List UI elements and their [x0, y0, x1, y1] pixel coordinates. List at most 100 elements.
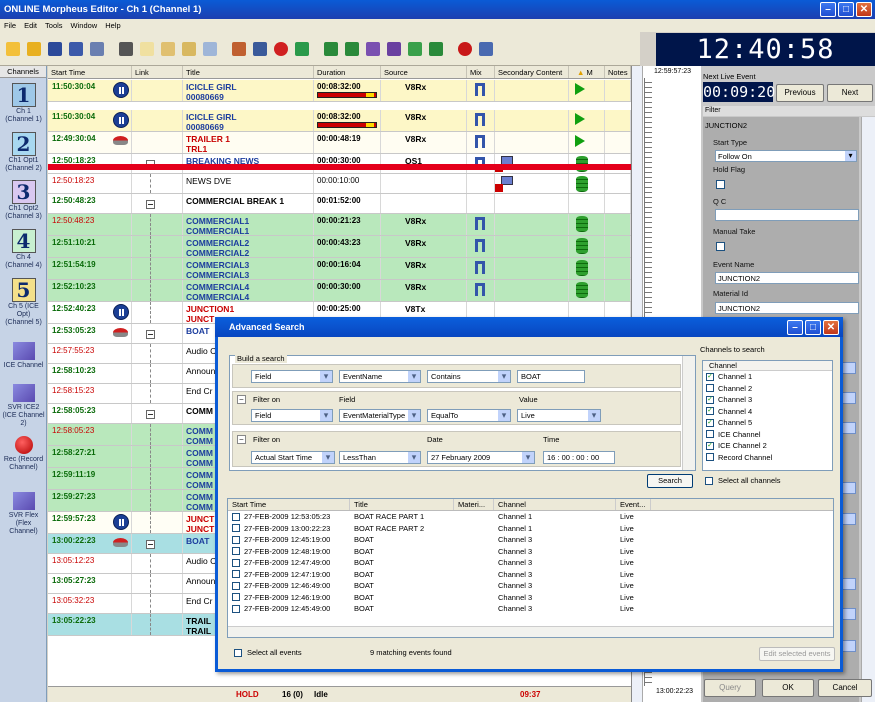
collapse-group-icon[interactable]	[146, 540, 155, 549]
row3-field-select[interactable]: Actual Start Time	[251, 451, 335, 464]
result-row[interactable]: 27-FEB-2009 12:46:19:00 BOAT Channel 3 Live	[228, 592, 833, 604]
chevron-down-icon[interactable]	[842, 422, 856, 434]
result-checkbox[interactable]	[232, 524, 240, 533]
edit-selected-events-button[interactable]: Edit selected events	[759, 647, 835, 661]
material-id-field[interactable]: JUNCTION2	[715, 302, 859, 314]
results-scrollbar[interactable]	[228, 626, 833, 637]
menu-edit[interactable]: Edit	[24, 19, 37, 32]
manual-take-checkbox[interactable]	[716, 242, 725, 251]
chevron-down-icon[interactable]	[842, 578, 856, 590]
select-all-channels[interactable]: Select all channels	[705, 476, 781, 485]
channel-list-item[interactable]: Record Channel	[703, 452, 832, 464]
channel-4-item[interactable]: 4 Ch 4 (Channel 4)	[2, 229, 45, 270]
result-checkbox[interactable]	[232, 581, 240, 590]
table-row[interactable]: 12:50:18:23 NEWS DVE 00:00:10:00	[48, 174, 631, 194]
row1-field-select[interactable]: Field	[251, 370, 333, 383]
result-row[interactable]: 27-FEB-2009 12:45:19:00 BOAT Channel 3 Live	[228, 534, 833, 546]
result-row[interactable]: 27-FEB-2009 12:47:49:00 BOAT Channel 3 Live	[228, 557, 833, 569]
move-down-icon[interactable]	[342, 39, 361, 58]
chevron-down-icon[interactable]	[842, 640, 856, 652]
table-row[interactable]: 11:50:30:04 ICICLE GIRL 00080669 00:08:32:0…	[48, 80, 631, 102]
channel-list-item[interactable]: Channel 2	[703, 383, 832, 395]
channel-3-item[interactable]: 3 Ch1 Opt2 (Channel 3)	[2, 180, 45, 221]
menu-tools[interactable]: Tools	[45, 19, 63, 32]
dialog-maximize-button[interactable]: □	[805, 320, 821, 335]
group-icon[interactable]	[363, 39, 382, 58]
previous-button[interactable]: Previous	[776, 84, 824, 102]
results-col-channel[interactable]: Channel	[494, 499, 616, 510]
move-up-icon[interactable]	[321, 39, 340, 58]
col-secondary[interactable]: Secondary Content	[495, 66, 569, 78]
select-all-events-checkbox[interactable]	[234, 648, 242, 657]
minimize-button[interactable]: –	[820, 2, 836, 17]
channel-1-item[interactable]: 1 Ch 1 (Channel 1)	[2, 83, 45, 124]
select-all-channels-checkbox[interactable]	[705, 476, 713, 485]
col-mix[interactable]: Mix	[467, 66, 495, 78]
chevron-down-icon[interactable]	[842, 362, 856, 374]
pause-icon[interactable]	[113, 82, 129, 98]
cancel-button[interactable]: Cancel	[818, 679, 872, 697]
menu-window[interactable]: Window	[71, 19, 98, 32]
list-icon[interactable]	[426, 39, 445, 58]
col-title[interactable]: Title	[183, 66, 314, 78]
result-row[interactable]: 27-FEB-2009 12:53:05:23 BOAT RACE PART 1 C…	[228, 511, 833, 523]
print-preview-icon[interactable]	[87, 39, 106, 58]
channel-checkbox[interactable]	[706, 441, 714, 450]
close-button[interactable]: ✕	[856, 2, 872, 17]
row1-operator-select[interactable]: Contains	[427, 370, 511, 383]
event-name-field[interactable]: JUNCTION2	[715, 272, 859, 284]
paste-icon[interactable]	[158, 39, 177, 58]
col-m[interactable]: ▲ M	[569, 66, 605, 78]
table-row[interactable]: 11:50:30:04 ICICLE GIRL 00080669 00:08:32:0…	[48, 110, 631, 132]
ungroup-icon[interactable]	[384, 39, 403, 58]
channel-list-item[interactable]: ICE Channel 2	[703, 440, 832, 452]
collapse-group-icon[interactable]	[146, 330, 155, 339]
record-channel-item[interactable]: Rec (Record Channel)	[2, 436, 45, 472]
row2-field-select[interactable]: Field	[251, 409, 333, 422]
results-col-event[interactable]: Event...	[616, 499, 651, 510]
channel-checkbox[interactable]	[706, 395, 714, 404]
channel-checkbox[interactable]	[706, 384, 714, 393]
channel-5-item[interactable]: 5 Ch 5 (ICE Opt) (Channel 5)	[2, 278, 45, 327]
pause-icon[interactable]	[113, 112, 129, 128]
channel-list-item[interactable]: Channel 3	[703, 394, 832, 406]
ok-button[interactable]: OK	[762, 679, 814, 697]
edit-tool-icon[interactable]	[229, 39, 248, 58]
pause-icon[interactable]	[113, 304, 129, 320]
results-col-title[interactable]: Title	[350, 499, 454, 510]
row1-value-input[interactable]: BOAT	[517, 370, 585, 383]
result-checkbox[interactable]	[232, 547, 240, 556]
result-checkbox[interactable]	[232, 512, 240, 521]
channel-checkbox[interactable]	[706, 453, 714, 462]
row3-operator-select[interactable]: LessThan	[339, 451, 421, 464]
results-col-start-time[interactable]: Start Time	[228, 499, 350, 510]
col-notes[interactable]: Notes	[605, 66, 631, 78]
row1-name-select[interactable]: EventName	[339, 370, 421, 383]
row2-operator-select[interactable]: EqualTo	[427, 409, 511, 422]
ice-channel-item[interactable]: ICE Channel	[2, 342, 45, 370]
hold-flag-checkbox[interactable]	[716, 180, 725, 189]
col-duration[interactable]: Duration	[314, 66, 381, 78]
next-button[interactable]: Next	[827, 84, 873, 102]
result-checkbox[interactable]	[232, 570, 240, 579]
table-row[interactable]: 12:50:48:23 COMMERCIAL BREAK 1 00:01:52:00	[48, 194, 631, 214]
clear-icon[interactable]	[250, 39, 269, 58]
result-row[interactable]: 27-FEB-2009 12:47:19:00 BOAT Channel 3 Live	[228, 569, 833, 581]
dialog-close-button[interactable]: ✕	[823, 320, 839, 335]
result-checkbox[interactable]	[232, 604, 240, 613]
table-row[interactable]: 12:51:54:19 COMMERCIAL3 COMMERCIAL3 00:00:1…	[48, 258, 631, 280]
query-button[interactable]: Query	[704, 679, 756, 697]
new-folder-icon[interactable]	[3, 39, 22, 58]
maximize-button[interactable]: □	[838, 2, 854, 17]
channel-checkbox[interactable]	[706, 430, 714, 439]
qc-field[interactable]	[715, 209, 859, 221]
pause-icon[interactable]	[113, 514, 129, 530]
checkbox[interactable]	[842, 513, 856, 525]
save-icon[interactable]	[45, 39, 64, 58]
col-source[interactable]: Source	[381, 66, 467, 78]
result-checkbox[interactable]	[232, 558, 240, 567]
channel-list-item[interactable]: Channel 4	[703, 406, 832, 418]
collapse-icon[interactable]: –	[237, 395, 246, 404]
add-event-icon[interactable]	[405, 39, 424, 58]
channel-list-item[interactable]: Channel 5	[703, 417, 832, 429]
